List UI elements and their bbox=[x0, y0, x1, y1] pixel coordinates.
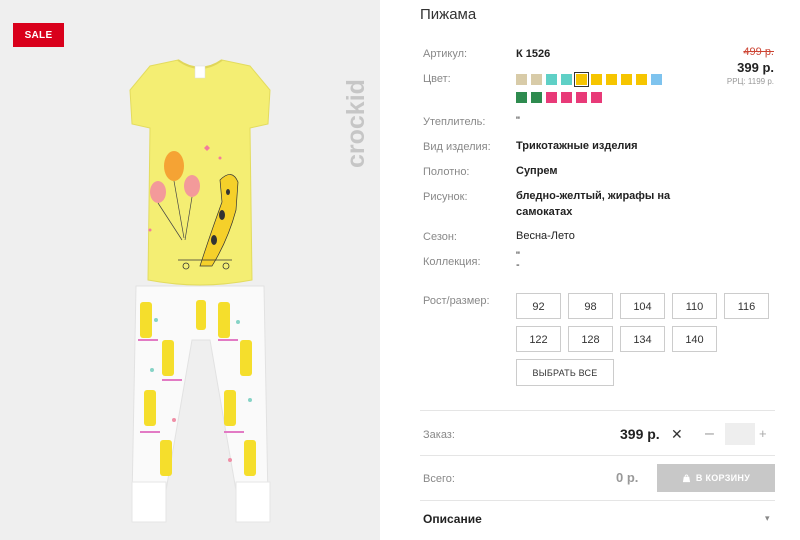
print-label: Рисунок: bbox=[423, 191, 468, 203]
color-swatch[interactable] bbox=[516, 74, 527, 85]
quantity-decrease-button[interactable]: – bbox=[705, 425, 714, 443]
brand-logo-text: crockid bbox=[342, 79, 370, 168]
total-value: 0 р. bbox=[616, 470, 639, 485]
page-title: Пижама bbox=[420, 6, 477, 23]
color-swatch[interactable] bbox=[651, 74, 662, 85]
divider bbox=[420, 455, 775, 456]
color-swatch[interactable] bbox=[516, 92, 527, 103]
print-value: бледно-желтый, жирафы на самокатах bbox=[516, 190, 671, 218]
size-option[interactable]: 104 bbox=[620, 293, 665, 319]
color-swatch[interactable] bbox=[561, 74, 572, 85]
pants-illustration bbox=[131, 285, 271, 523]
description-toggle[interactable]: Описание bbox=[423, 512, 482, 526]
product-image-area: SALE crockid bbox=[0, 0, 380, 540]
total-label: Всего: bbox=[423, 473, 455, 485]
insulation-label: Утеплитель: bbox=[423, 116, 486, 128]
color-swatches bbox=[516, 72, 666, 110]
bag-icon bbox=[682, 473, 690, 482]
color-swatch[interactable] bbox=[606, 74, 617, 85]
color-swatch[interactable] bbox=[574, 72, 589, 87]
collection-label: Коллекция: bbox=[423, 256, 481, 268]
color-label: Цвет: bbox=[423, 73, 451, 85]
color-swatch[interactable] bbox=[591, 74, 602, 85]
color-swatch[interactable] bbox=[531, 74, 542, 85]
quantity-input[interactable] bbox=[725, 423, 755, 445]
size-option[interactable]: 128 bbox=[568, 326, 613, 352]
size-option[interactable]: 116 bbox=[724, 293, 769, 319]
tshirt-illustration bbox=[129, 59, 271, 286]
add-to-cart-button[interactable]: В КОРЗИНУ bbox=[657, 464, 775, 492]
article-value: К 1526 bbox=[516, 48, 551, 60]
color-swatch[interactable] bbox=[576, 92, 587, 103]
rrp-price: РРЦ: 1199 р. bbox=[726, 77, 774, 86]
chevron-down-icon[interactable]: ▾ bbox=[765, 513, 770, 524]
fabric-value: Супрем bbox=[516, 165, 558, 177]
select-all-sizes-button[interactable]: ВЫБРАТЬ ВСЕ bbox=[516, 359, 614, 386]
size-grid: 92 98 104 110 116 122 128 134 140 ВЫБРАТЬ ВСЕ bbox=[516, 293, 778, 386]
current-price: 399 р. bbox=[737, 60, 774, 75]
color-swatch[interactable] bbox=[531, 92, 542, 103]
add-to-cart-label: В КОРЗИНУ bbox=[695, 473, 751, 483]
order-label: Заказ: bbox=[423, 429, 455, 441]
color-swatch[interactable] bbox=[636, 74, 647, 85]
color-swatch[interactable] bbox=[591, 92, 602, 103]
color-swatch[interactable] bbox=[546, 92, 557, 103]
size-option[interactable]: 98 bbox=[568, 293, 613, 319]
sale-badge-label: SALE bbox=[24, 29, 53, 41]
old-price: 499 р. bbox=[743, 46, 774, 58]
product-photo bbox=[129, 59, 271, 523]
fabric-label: Полотно: bbox=[423, 166, 470, 178]
size-option[interactable]: 140 bbox=[672, 326, 717, 352]
size-option[interactable]: 134 bbox=[620, 326, 665, 352]
kind-value: Трикотажные изделия bbox=[516, 140, 638, 152]
quantity-increase-button[interactable]: + bbox=[759, 426, 767, 441]
color-swatch[interactable] bbox=[621, 74, 632, 85]
size-label: Рост/размер: bbox=[423, 295, 490, 307]
sale-badge: SALE bbox=[13, 23, 64, 47]
season-value: Весна-Лето bbox=[516, 230, 575, 242]
size-option[interactable]: 92 bbox=[516, 293, 561, 319]
times-icon: ✕ bbox=[671, 426, 683, 442]
season-label: Сезон: bbox=[423, 231, 457, 243]
size-option[interactable]: 110 bbox=[672, 293, 717, 319]
size-option[interactable]: 122 bbox=[516, 326, 561, 352]
collection-value: " - bbox=[516, 250, 520, 271]
brand-logo: crockid bbox=[342, 79, 370, 168]
divider bbox=[420, 410, 775, 411]
order-price: 399 р. bbox=[620, 426, 660, 442]
color-swatch[interactable] bbox=[561, 92, 572, 103]
kind-label: Вид изделия: bbox=[423, 141, 491, 153]
product-details: Пижама Артикул: К 1526 499 р. 399 р. РРЦ… bbox=[420, 0, 780, 540]
insulation-value: " bbox=[516, 115, 520, 127]
article-label: Артикул: bbox=[423, 48, 468, 60]
divider bbox=[420, 500, 775, 501]
color-swatch[interactable] bbox=[546, 74, 557, 85]
